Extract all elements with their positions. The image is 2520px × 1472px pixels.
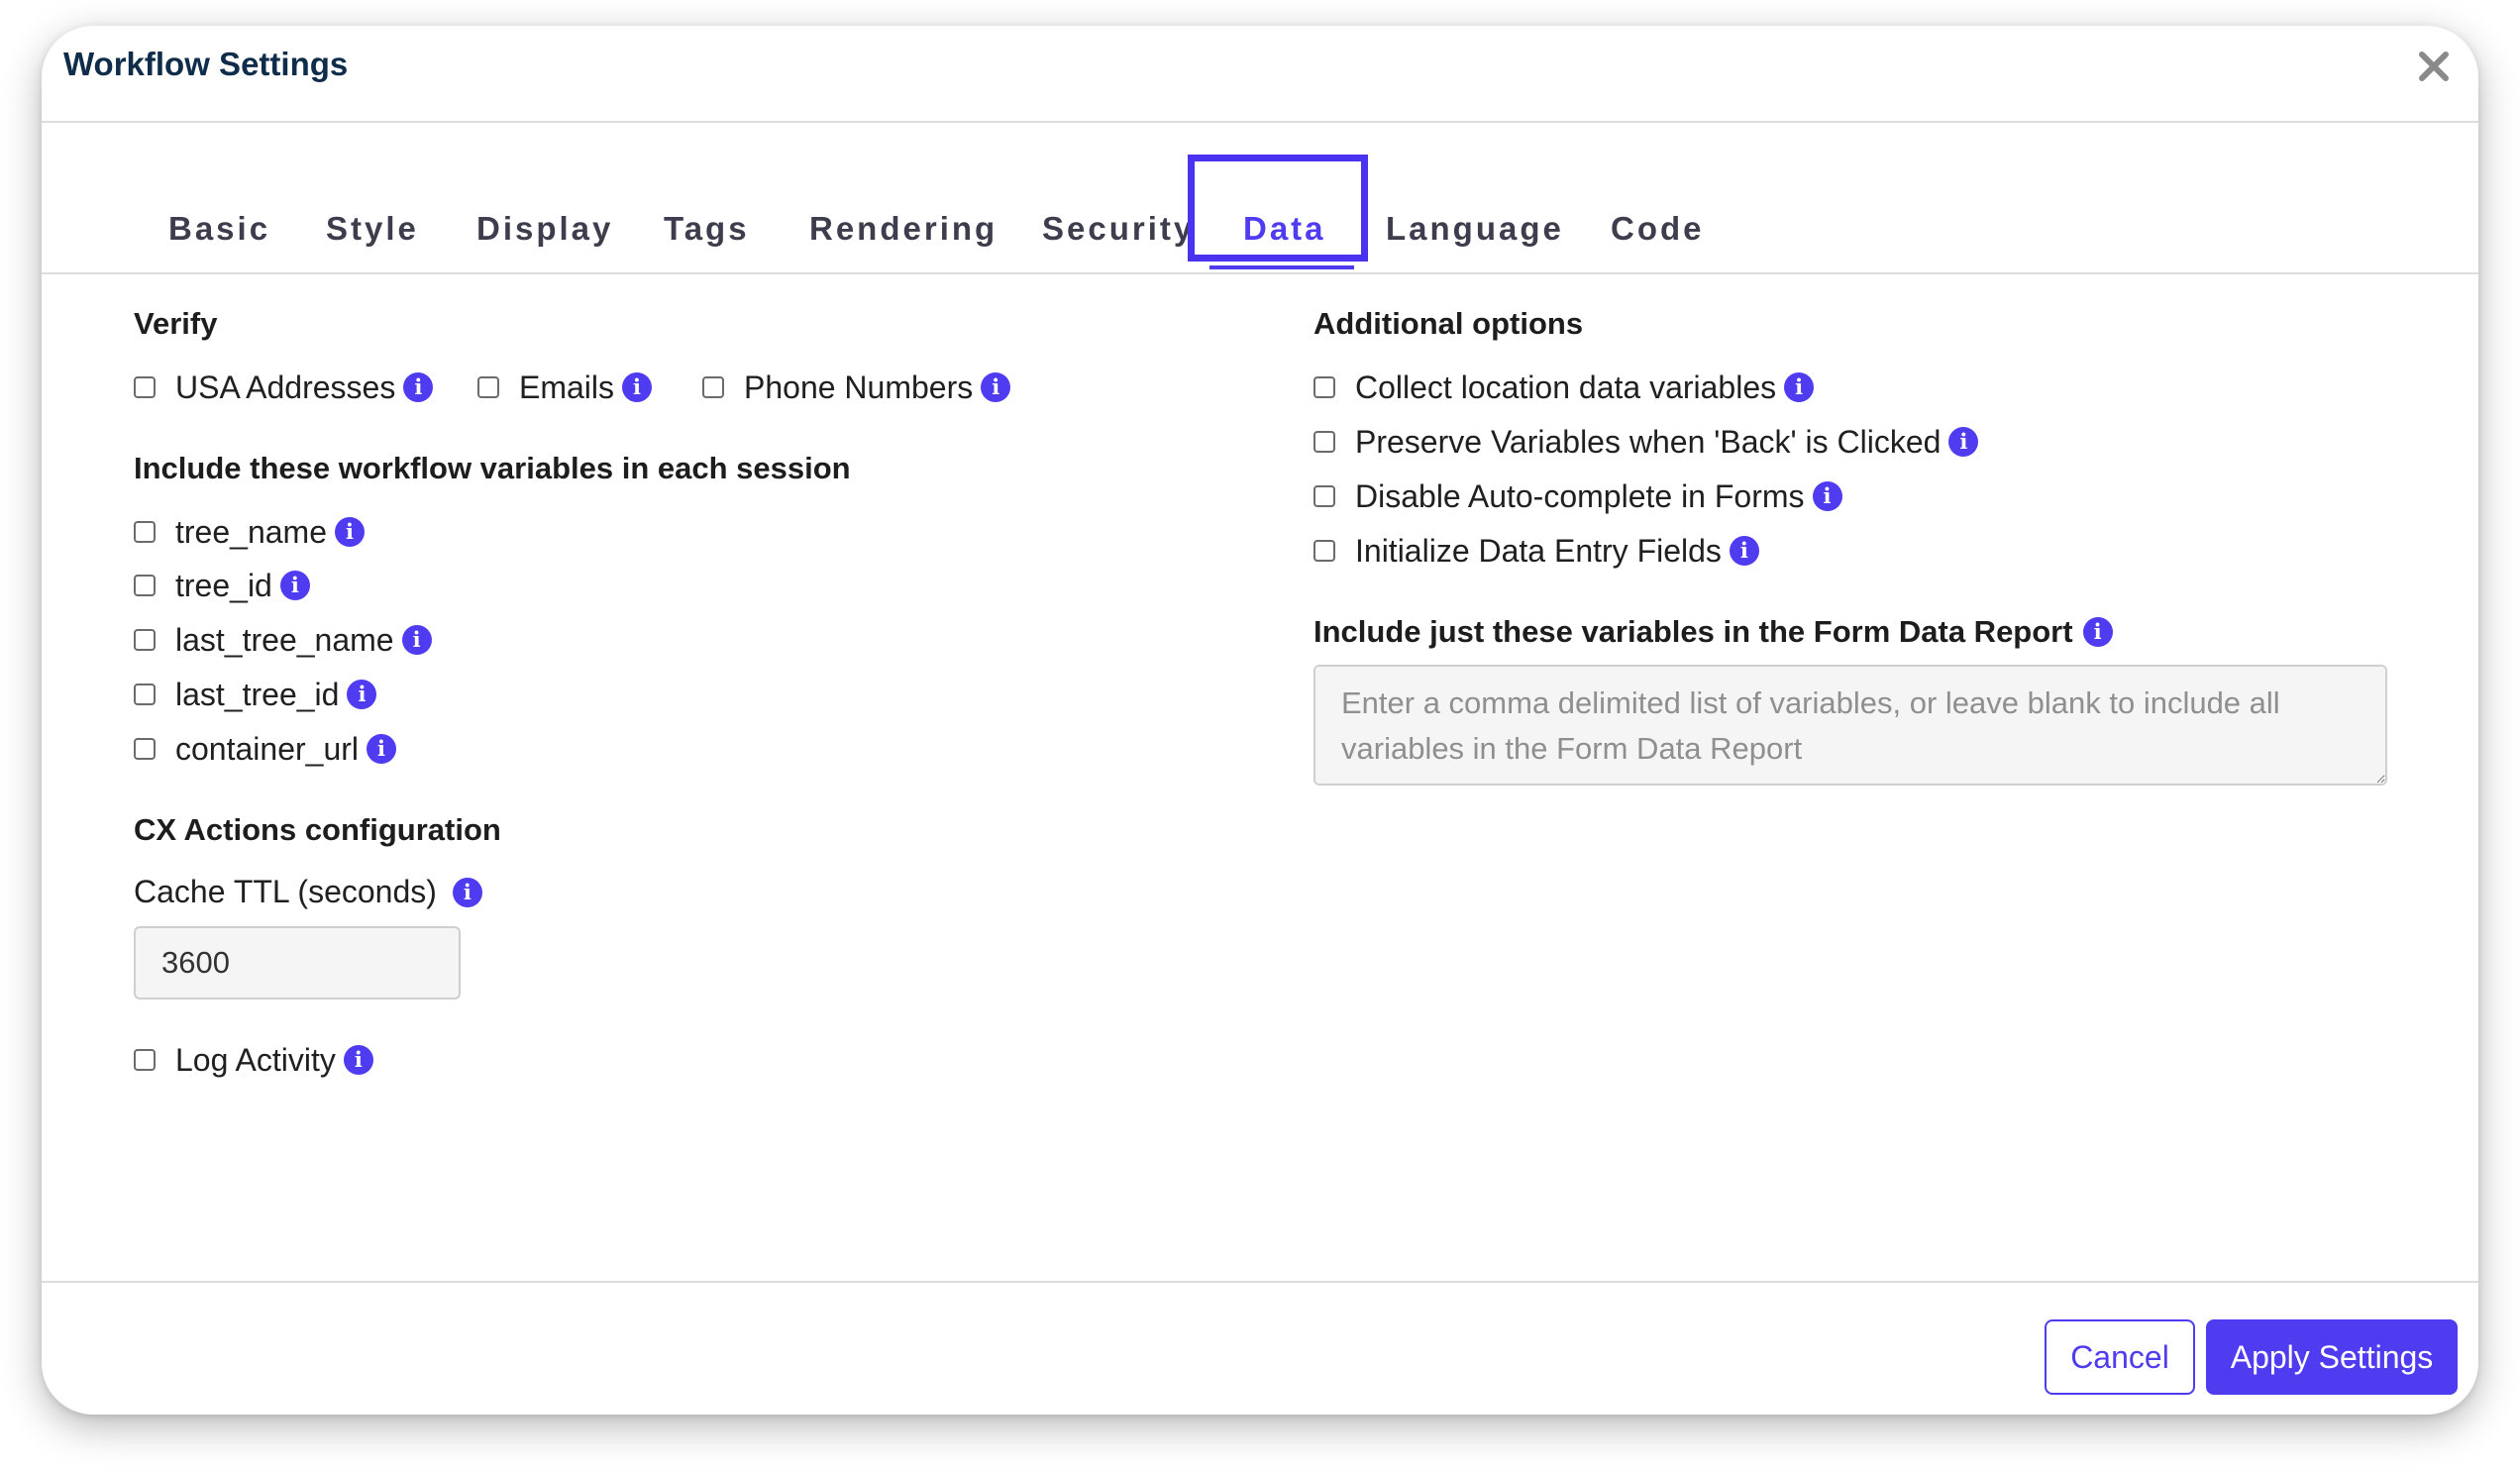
collect-location-checkbox[interactable]	[1313, 376, 1335, 398]
close-icon	[2419, 52, 2449, 81]
info-icon[interactable]: i	[2082, 617, 2113, 647]
form-data-report-input[interactable]	[1313, 665, 2387, 786]
footer-divider	[42, 1281, 2478, 1283]
form-data-report-title: Include just these variables in the Form…	[1313, 614, 2073, 649]
verify-title: Verify	[134, 306, 218, 341]
option-preserve-variables: Preserve Variables when 'Back' is Clicke…	[1313, 422, 1979, 462]
info-icon[interactable]: i	[1812, 481, 1842, 511]
session-var-tree-name: tree_name i	[134, 512, 365, 552]
last-tree-id-label: last_tree_id	[175, 676, 340, 712]
verify-usa-addresses: USA Addresses i	[134, 368, 434, 407]
preserve-variables-checkbox[interactable]	[1313, 431, 1335, 453]
emails-checkbox[interactable]	[477, 376, 499, 398]
cache-ttl-label: Cache TTL (seconds)	[134, 874, 437, 909]
tab-code[interactable]: Code	[1611, 210, 1705, 248]
info-icon[interactable]: i	[1948, 427, 1979, 457]
initialize-fields-label: Initialize Data Entry Fields	[1355, 532, 1722, 569]
info-icon[interactable]: i	[334, 517, 365, 547]
container-url-checkbox[interactable]	[134, 738, 156, 760]
last-tree-name-label: last_tree_name	[175, 621, 394, 658]
disable-autocomplete-label: Disable Auto-complete in Forms	[1355, 477, 1805, 514]
info-icon[interactable]: i	[1784, 372, 1815, 402]
tab-rendering[interactable]: Rendering	[809, 210, 998, 248]
tree-name-checkbox[interactable]	[134, 521, 156, 543]
info-icon[interactable]: i	[1729, 536, 1759, 566]
info-icon[interactable]: i	[367, 734, 396, 764]
tree-id-label: tree_id	[175, 567, 272, 603]
container-url-label: container_url	[175, 730, 359, 767]
phone-numbers-checkbox[interactable]	[702, 376, 724, 398]
usa-addresses-label: USA Addresses	[175, 368, 396, 405]
info-icon[interactable]: i	[401, 625, 432, 655]
cache-ttl-input[interactable]	[134, 926, 461, 999]
option-disable-autocomplete: Disable Auto-complete in Forms i	[1313, 476, 1842, 516]
additional-options-title: Additional options	[1313, 306, 1584, 341]
dialog-header: Workflow Settings	[42, 26, 2478, 123]
close-button[interactable]	[2411, 44, 2457, 89]
verify-phone-numbers: Phone Numbers i	[702, 368, 1011, 407]
session-var-last-tree-id: last_tree_id i	[134, 675, 377, 714]
verify-emails: Emails i	[477, 368, 653, 407]
form-data-report-title-row: Include just these variables in the Form…	[1313, 614, 2113, 650]
tree-id-checkbox[interactable]	[134, 575, 156, 596]
tab-basic[interactable]: Basic	[168, 210, 270, 248]
info-icon[interactable]: i	[981, 372, 1011, 402]
tab-style[interactable]: Style	[326, 210, 419, 248]
log-activity-option: Log Activity i	[134, 1040, 373, 1080]
cache-ttl-field: Cache TTL (seconds) i	[134, 874, 482, 910]
option-collect-location: Collect location data variables i	[1313, 368, 1815, 407]
session-variables-title: Include these workflow variables in each…	[134, 451, 851, 485]
info-icon[interactable]: i	[347, 680, 377, 709]
workflow-settings-dialog: Workflow Settings Basic Style Display Ta…	[42, 26, 2478, 1415]
usa-addresses-checkbox[interactable]	[134, 376, 156, 398]
initialize-fields-checkbox[interactable]	[1313, 540, 1335, 562]
info-icon[interactable]: i	[622, 372, 653, 402]
info-icon[interactable]: i	[343, 1045, 373, 1075]
tab-language[interactable]: Language	[1386, 210, 1564, 248]
emails-label: Emails	[519, 368, 615, 405]
info-icon[interactable]: i	[403, 372, 434, 402]
tab-security[interactable]: Security	[1042, 210, 1195, 248]
collect-location-label: Collect location data variables	[1355, 368, 1777, 405]
tab-display[interactable]: Display	[476, 210, 613, 248]
disable-autocomplete-checkbox[interactable]	[1313, 485, 1335, 507]
option-initialize-fields: Initialize Data Entry Fields i	[1313, 531, 1759, 571]
log-activity-checkbox[interactable]	[134, 1049, 156, 1071]
session-var-container-url: container_url i	[134, 729, 396, 769]
tree-name-label: tree_name	[175, 513, 327, 550]
info-icon[interactable]: i	[279, 571, 310, 600]
cancel-button[interactable]: Cancel	[2045, 1319, 2195, 1395]
last-tree-name-checkbox[interactable]	[134, 629, 156, 651]
last-tree-id-checkbox[interactable]	[134, 683, 156, 705]
session-var-tree-id: tree_id i	[134, 566, 310, 605]
session-var-last-tree-name: last_tree_name i	[134, 620, 432, 660]
info-icon[interactable]: i	[452, 877, 482, 907]
apply-settings-button[interactable]: Apply Settings	[2206, 1319, 2458, 1395]
log-activity-label: Log Activity	[175, 1041, 336, 1078]
active-tab-indicator	[1209, 265, 1354, 269]
preserve-variables-label: Preserve Variables when 'Back' is Clicke…	[1355, 423, 1942, 460]
tab-tags[interactable]: Tags	[664, 210, 750, 248]
dialog-title: Workflow Settings	[63, 46, 349, 82]
phone-numbers-label: Phone Numbers	[744, 368, 974, 405]
cx-actions-title: CX Actions configuration	[134, 812, 501, 847]
tab-bar: Basic Style Display Tags Rendering Secur…	[42, 121, 2478, 274]
tab-data[interactable]: Data	[1243, 210, 1326, 248]
